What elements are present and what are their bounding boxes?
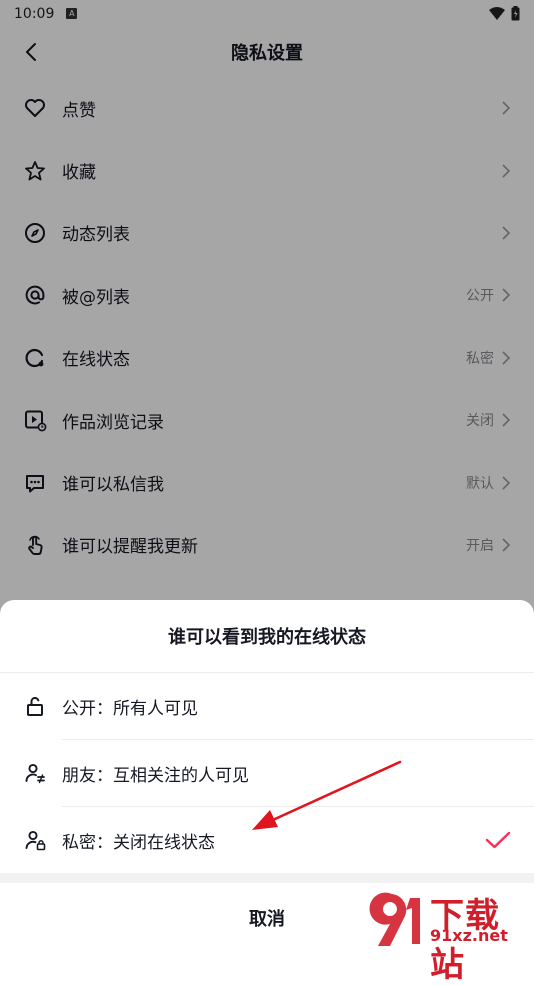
sheet-title: 谁可以看到我的在线状态 [0,600,534,673]
option-public[interactable]: 公开：所有人可见 [0,673,534,739]
option-label: 公开：所有人可见 [62,698,198,719]
unlock-icon [22,693,48,719]
watermark-logo: 下载站 91xz.net [360,888,534,985]
sheet-gap [0,873,534,883]
option-label: 私密：关闭在线状态 [62,832,215,853]
option-friends[interactable]: 朋友：互相关注的人可见 [0,740,534,806]
friends-icon [22,760,48,786]
checkmark-icon [485,831,511,849]
watermark-url: 91xz.net [430,926,508,945]
watermark-91-icon [369,892,420,946]
private-user-icon [22,827,48,853]
option-label: 朋友：互相关注的人可见 [62,765,249,786]
option-private[interactable]: 私密：关闭在线状态 [0,807,534,873]
